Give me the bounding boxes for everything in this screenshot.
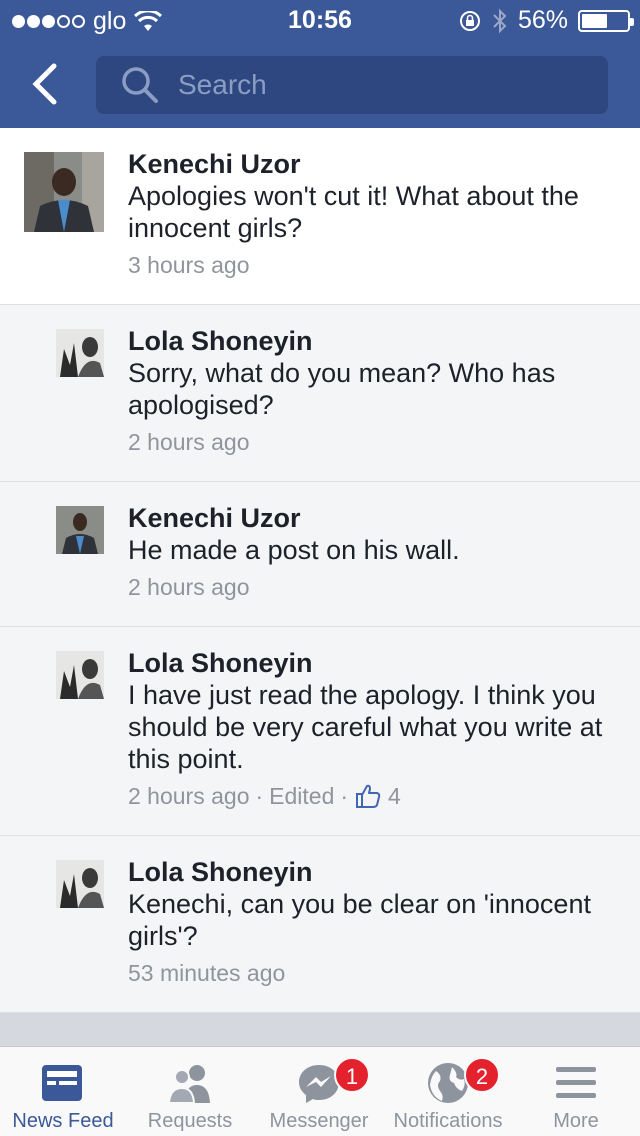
- reply: Lola Shoneyin Sorry, what do you mean? W…: [0, 305, 640, 482]
- comment-text: Sorry, what do you mean? Who has apologi…: [128, 358, 556, 420]
- comment: Kenechi Uzor Apologies won't cut it! Wha…: [0, 128, 640, 305]
- comment-timestamp: 2 hours ago: [128, 574, 250, 600]
- tab-requests[interactable]: Requests: [126, 1047, 254, 1136]
- comment-body: Kenechi Uzor Apologies won't cut it! Wha…: [128, 148, 620, 280]
- comment-text: He made a post on his wall.: [128, 535, 460, 565]
- comment-meta: 53 minutes ago: [128, 958, 620, 988]
- like-count[interactable]: 4: [388, 781, 401, 811]
- comment-meta: 3 hours ago: [128, 250, 620, 280]
- comment-body: Lola Shoneyin Kenechi, can you be clear …: [128, 856, 620, 988]
- messenger-badge: 1: [334, 1057, 370, 1093]
- tab-news-feed[interactable]: News Feed: [0, 1047, 126, 1136]
- back-button[interactable]: [22, 60, 66, 108]
- orientation-lock-icon: [459, 10, 480, 31]
- thumbs-up-icon[interactable]: [354, 782, 382, 810]
- comment-body: Lola Shoneyin I have just read the apolo…: [128, 647, 620, 811]
- comment-timestamp: 53 minutes ago: [128, 960, 286, 986]
- search-input[interactable]: Search: [96, 56, 608, 114]
- comment-timestamp: 3 hours ago: [128, 252, 250, 278]
- comment-text: I have just read the apology. I think yo…: [128, 680, 603, 774]
- comment-body: Kenechi Uzor He made a post on his wall.…: [128, 502, 620, 602]
- tab-messenger[interactable]: 1 Messenger: [254, 1047, 384, 1136]
- avatar[interactable]: [56, 860, 104, 908]
- comment-author[interactable]: Lola Shoneyin: [128, 647, 620, 679]
- comment-body: Lola Shoneyin Sorry, what do you mean? W…: [128, 325, 620, 457]
- avatar[interactable]: [24, 152, 104, 232]
- comment-timestamp: 2 hours ago: [128, 429, 250, 455]
- tab-label: Requests: [147, 1110, 233, 1132]
- comment-author[interactable]: Lola Shoneyin: [128, 856, 620, 888]
- battery-percent: 56%: [517, 6, 568, 34]
- app-header: glo 10:56 56% Search: [0, 0, 640, 128]
- reply: Kenechi Uzor He made a post on his wall.…: [0, 482, 640, 627]
- reply: Lola Shoneyin Kenechi, can you be clear …: [0, 836, 640, 1013]
- edited-label[interactable]: Edited: [269, 781, 334, 811]
- friend-requests-icon: [167, 1065, 210, 1104]
- search-icon: [120, 65, 160, 105]
- tab-label: Messenger: [269, 1110, 369, 1132]
- tab-label: More: [553, 1110, 599, 1132]
- comment-author[interactable]: Kenechi Uzor: [128, 148, 620, 180]
- chevron-left-icon: [32, 63, 57, 105]
- comment-text: Apologies won't cut it! What about the i…: [128, 181, 579, 243]
- tab-notifications[interactable]: 2 Notifications: [384, 1047, 512, 1136]
- tab-bar: News Feed Requests 1 Messenger 2 Notific…: [0, 1046, 640, 1136]
- menu-icon: [556, 1067, 596, 1098]
- comment-text: Kenechi, can you be clear on 'innocent g…: [128, 889, 591, 951]
- meta-separator: ·: [255, 783, 264, 809]
- tab-label: News Feed: [12, 1110, 114, 1132]
- status-right: 56%: [458, 6, 634, 35]
- comment-thread: Kenechi Uzor Apologies won't cut it! Wha…: [0, 128, 640, 1013]
- notifications-badge: 2: [464, 1057, 500, 1093]
- avatar[interactable]: [56, 506, 104, 554]
- tab-label: Notifications: [393, 1110, 503, 1132]
- comment-meta: 2 hours ago: [128, 572, 620, 602]
- comment-meta: 2 hours ago: [128, 427, 620, 457]
- avatar[interactable]: [56, 329, 104, 377]
- comment-timestamp: 2 hours ago: [128, 783, 250, 809]
- avatar[interactable]: [56, 651, 104, 699]
- comment-meta: 2 hours ago · Edited · 4: [128, 781, 620, 811]
- news-feed-icon: [42, 1065, 82, 1101]
- meta-separator: ·: [340, 783, 349, 809]
- battery-icon: [578, 9, 634, 32]
- tab-more[interactable]: More: [512, 1047, 640, 1136]
- comment-author[interactable]: Kenechi Uzor: [128, 502, 620, 534]
- status-bar: glo 10:56 56%: [0, 0, 640, 40]
- comment-author[interactable]: Lola Shoneyin: [128, 325, 620, 357]
- reply: Lola Shoneyin I have just read the apolo…: [0, 627, 640, 836]
- search-placeholder: Search: [178, 69, 267, 100]
- bluetooth-icon: [493, 8, 507, 33]
